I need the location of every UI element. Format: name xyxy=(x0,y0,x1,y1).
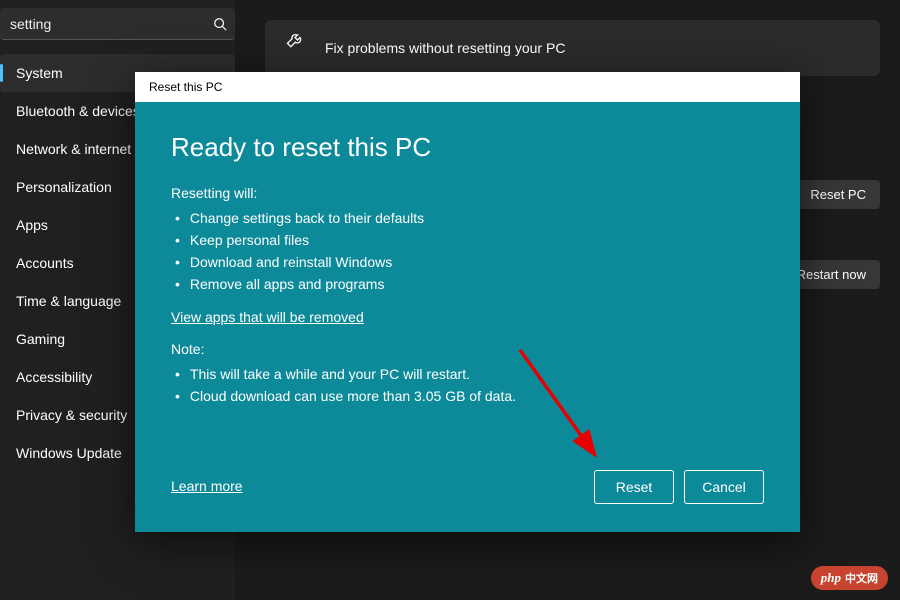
resetting-will-label: Resetting will: xyxy=(171,185,764,201)
list-item: Cloud download can use more than 3.05 GB… xyxy=(171,385,764,407)
view-apps-link[interactable]: View apps that will be removed xyxy=(171,309,364,325)
reset-pc-button[interactable]: Reset PC xyxy=(796,180,880,209)
reset-actions-list: Change settings back to their defaults K… xyxy=(171,207,764,295)
reset-button[interactable]: Reset xyxy=(594,470,674,504)
fix-problems-label: Fix problems without resetting your PC xyxy=(285,40,860,56)
search-icon[interactable] xyxy=(205,8,235,40)
reset-dialog: Reset this PC Ready to reset this PC Res… xyxy=(135,72,800,532)
learn-more-link[interactable]: Learn more xyxy=(171,478,243,494)
list-item: This will take a while and your PC will … xyxy=(171,363,764,385)
list-item: Remove all apps and programs xyxy=(171,273,764,295)
note-list: This will take a while and your PC will … xyxy=(171,363,764,407)
dialog-titlebar: Reset this PC xyxy=(135,72,800,102)
search-input[interactable] xyxy=(0,8,235,40)
watermark-badge: php中文网 xyxy=(811,566,888,590)
cancel-button[interactable]: Cancel xyxy=(684,470,764,504)
note-label: Note: xyxy=(171,341,764,357)
list-item: Change settings back to their defaults xyxy=(171,207,764,229)
wrench-icon xyxy=(285,30,305,50)
dialog-heading: Ready to reset this PC xyxy=(171,132,764,163)
list-item: Download and reinstall Windows xyxy=(171,251,764,273)
list-item: Keep personal files xyxy=(171,229,764,251)
